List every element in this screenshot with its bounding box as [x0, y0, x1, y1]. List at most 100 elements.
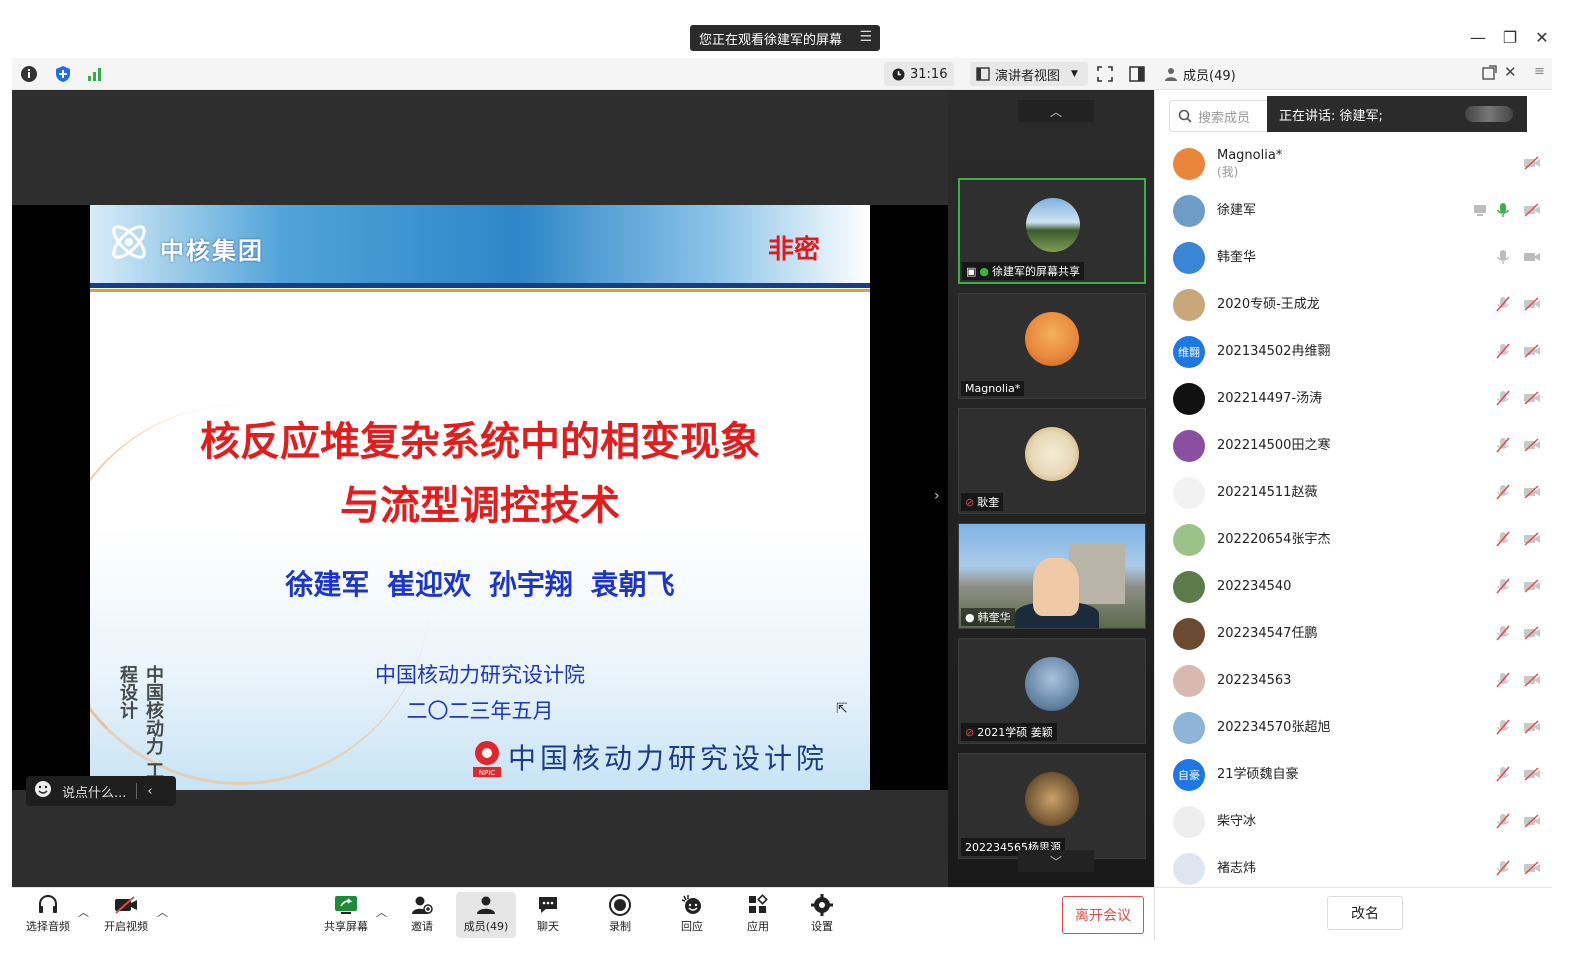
member-name-block: 徐建军	[1217, 203, 1256, 219]
settings-button[interactable]: 设置	[792, 892, 852, 938]
rename-button[interactable]: 改名	[1327, 896, 1403, 930]
video-options-chevron-icon[interactable]: ︿	[157, 904, 168, 920]
record-button[interactable]: 录制	[590, 892, 650, 938]
video-tile-hankuihua[interactable]: ● 韩奎华	[958, 523, 1146, 629]
member-search-input[interactable]: 搜索成员	[1169, 100, 1269, 132]
invite-button[interactable]: 邀请	[392, 892, 452, 938]
microphone-icon[interactable]	[1495, 202, 1511, 218]
camera-off-icon[interactable]	[1523, 202, 1541, 218]
more-menu-icon[interactable]: ≡	[1534, 64, 1545, 79]
security-shield-icon[interactable]	[52, 63, 74, 85]
audio-options-chevron-icon[interactable]: ︿	[78, 904, 89, 920]
member-row[interactable]: 202234540	[1155, 563, 1553, 610]
slide-logo-text: 中核集团	[160, 237, 264, 265]
camera-off-icon[interactable]	[1523, 672, 1541, 688]
camera-off-icon	[113, 892, 139, 918]
signal-strength-icon[interactable]	[84, 63, 106, 85]
banner-menu-icon[interactable]: ☰	[859, 29, 872, 45]
member-row[interactable]: 徐建军	[1155, 187, 1553, 234]
info-icon[interactable]	[18, 63, 40, 85]
shared-screen-area[interactable]: 中核集团 非密 核反应堆复杂系统中的相变现象 与流型调控技术 徐建军 崔迎欢 孙…	[12, 90, 948, 887]
leave-meeting-button[interactable]: 离开会议	[1062, 896, 1144, 934]
mic-muted-icon[interactable]	[1495, 437, 1511, 453]
camera-off-icon[interactable]	[1523, 860, 1541, 876]
member-row[interactable]: 202214497-汤涛	[1155, 375, 1553, 422]
video-tile-screen-share[interactable]: ▣ ● 徐建军的屏幕共享	[958, 178, 1146, 284]
camera-off-icon[interactable]	[1523, 813, 1541, 829]
camera-off-icon[interactable]	[1523, 578, 1541, 594]
camera-off-icon[interactable]	[1523, 437, 1541, 453]
camera-off-icon[interactable]	[1523, 390, 1541, 406]
video-tile-jiangying[interactable]: ⊘ 2021学硕 姜颖	[958, 638, 1146, 744]
camera-off-icon[interactable]	[1523, 766, 1541, 782]
minimize-icon[interactable]: —	[1467, 28, 1489, 47]
camera-off-icon[interactable]	[1523, 484, 1541, 500]
member-name: 褚志炜	[1217, 860, 1257, 876]
member-row[interactable]: 202234563	[1155, 657, 1553, 704]
member-row[interactable]: 褚志炜	[1155, 845, 1553, 892]
video-tile-yangsiyuan[interactable]: 202234565杨思源	[958, 753, 1146, 859]
video-tile-gengkui[interactable]: ⊘ 耿奎	[958, 408, 1146, 514]
member-row[interactable]: 维翾 202134502冉维翾	[1155, 328, 1553, 375]
camera-off-icon[interactable]	[1523, 155, 1541, 171]
mic-muted-icon[interactable]	[1495, 343, 1511, 359]
share-options-chevron-icon[interactable]: ︿	[376, 904, 387, 920]
popout-icon[interactable]	[1482, 65, 1497, 84]
member-row[interactable]: 自豪 21学硕魏自豪	[1155, 751, 1553, 798]
member-name: 202134502冉维翾	[1217, 343, 1331, 359]
camera-off-icon[interactable]	[1523, 625, 1541, 641]
mic-muted-icon[interactable]	[1495, 531, 1511, 547]
camera-off-icon[interactable]	[1523, 343, 1541, 359]
strip-scroll-up-icon[interactable]: ︿	[1018, 100, 1094, 122]
member-row[interactable]: Magnolia* (我)	[1155, 140, 1553, 187]
member-avatar-initials: 自豪	[1178, 768, 1200, 782]
tile-avatar	[1025, 772, 1079, 826]
share-screen-button[interactable]: 共享屏幕	[316, 892, 376, 938]
fullscreen-icon[interactable]	[1094, 63, 1116, 85]
member-row[interactable]: 韩奎华	[1155, 234, 1553, 281]
video-button[interactable]: 开启视频	[96, 892, 156, 938]
chevron-right-icon[interactable]: ›	[934, 488, 940, 504]
slide-date: 二〇二三年五月	[406, 699, 554, 723]
chevron-left-icon[interactable]: ‹	[147, 784, 152, 799]
emoji-icon[interactable]	[34, 780, 52, 802]
video-tile-magnolia[interactable]: Magnolia*	[958, 293, 1146, 399]
apps-button[interactable]: 应用	[728, 892, 788, 938]
member-row[interactable]: 202214500田之寒	[1155, 422, 1553, 469]
camera-off-icon[interactable]	[1523, 719, 1541, 735]
mic-muted-icon[interactable]	[1495, 390, 1511, 406]
mic-muted-icon[interactable]	[1495, 813, 1511, 829]
view-mode-label: 演讲者视图	[995, 68, 1061, 84]
chat-button[interactable]: 聊天	[518, 892, 578, 938]
mic-muted-icon[interactable]	[1495, 484, 1511, 500]
mic-muted-icon[interactable]	[1495, 860, 1511, 876]
member-row[interactable]: 202234570张超旭	[1155, 704, 1553, 751]
view-mode-selector[interactable]: 演讲者视图 ▼	[970, 62, 1088, 86]
screen-share-banner[interactable]: 您正在观看徐建军的屏幕 ☰	[690, 25, 880, 51]
mic-muted-icon[interactable]	[1495, 719, 1511, 735]
sidebar-toggle-icon[interactable]	[1126, 63, 1148, 85]
restore-icon[interactable]: ❐	[1499, 28, 1521, 47]
microphone-icon[interactable]	[1495, 249, 1511, 265]
members-close-icon[interactable]: ✕	[1504, 63, 1517, 81]
strip-scroll-down-icon[interactable]: ﹀	[1018, 850, 1094, 872]
audio-button[interactable]: 选择音频	[18, 892, 78, 938]
camera-off-icon[interactable]	[1523, 296, 1541, 312]
mic-muted-icon[interactable]	[1495, 296, 1511, 312]
member-row[interactable]: 202234547任鹏	[1155, 610, 1553, 657]
member-row[interactable]: 202220654张宇杰	[1155, 516, 1553, 563]
mic-muted-icon[interactable]	[1495, 672, 1511, 688]
camera-off-icon[interactable]	[1523, 531, 1541, 547]
quick-chat-bar[interactable]: 说点什么... ‹	[26, 776, 176, 806]
mic-muted-icon[interactable]	[1495, 625, 1511, 641]
member-row[interactable]: 柴守冰	[1155, 798, 1553, 845]
close-icon[interactable]: ✕	[1531, 28, 1553, 47]
mic-muted-icon[interactable]	[1495, 578, 1511, 594]
member-row[interactable]: 2020专硕-王成龙	[1155, 281, 1553, 328]
reaction-button[interactable]: 回应	[662, 892, 722, 938]
mic-muted-icon[interactable]	[1495, 766, 1511, 782]
members-button[interactable]: 成员(49)	[456, 892, 516, 938]
member-row[interactable]: 202214511赵薇	[1155, 469, 1553, 516]
quick-chat-input[interactable]: 说点什么...	[62, 782, 126, 801]
camera-icon[interactable]	[1523, 249, 1541, 265]
